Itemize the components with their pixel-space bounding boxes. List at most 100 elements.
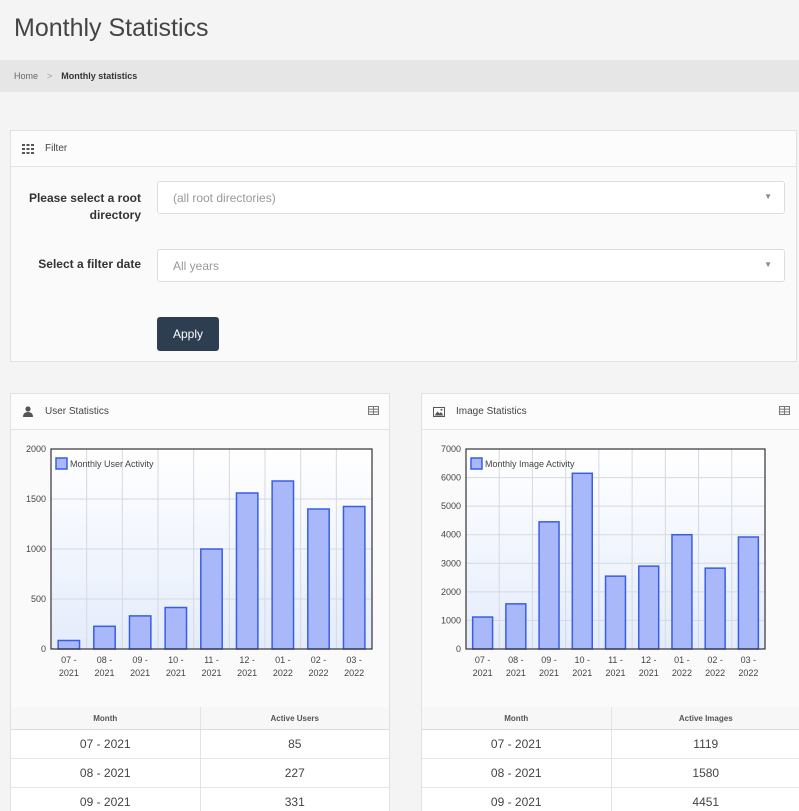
caret-down-icon: ▼	[764, 260, 772, 269]
image-activity-chart: 0 1000 2000 3000 4000 5000 6000 7000 07 - 2021 08 …	[441, 444, 766, 678]
legend-swatch	[55, 457, 68, 470]
x-tick-label: 09 -	[132, 655, 148, 665]
breadcrumb-separator: >	[47, 71, 53, 81]
x-tick-label: 2021	[473, 668, 493, 678]
table-row: 09 - 2021 331	[11, 788, 389, 811]
filter-date-label: Select a filter date	[38, 257, 141, 271]
user-statistics-panel: User Statistics 0 500 1000 1500 2000 07 - 2021…	[10, 393, 390, 811]
bar	[604, 575, 627, 650]
y-tick-label: 7000	[441, 444, 461, 454]
image-statistics-title: Image Statistics	[456, 406, 527, 417]
x-tick-label: 08 -	[97, 655, 113, 665]
table-menu-icon[interactable]	[368, 406, 379, 418]
x-tick-label: 03 -	[346, 655, 362, 665]
y-tick-label: 500	[31, 594, 46, 604]
x-tick-label: 2021	[166, 668, 186, 678]
bar	[737, 536, 760, 650]
x-tick-label: 2021	[130, 668, 150, 678]
x-tick-label: 11 -	[204, 655, 219, 665]
x-tick-label: 2022	[344, 668, 364, 678]
y-tick-label: 1000	[26, 544, 46, 554]
caret-down-icon: ▼	[764, 192, 772, 201]
breadcrumb: Home > Monthly statistics	[0, 60, 799, 92]
y-tick-label: 0	[456, 644, 461, 654]
month-cell: 07 - 2021	[422, 730, 612, 758]
legend-label: Monthly Image Activity	[485, 459, 575, 469]
root-directory-select[interactable]: (all root directories) ▼	[157, 181, 785, 214]
table-header: Month Active Images	[422, 707, 799, 730]
value-cell: 331	[284, 795, 305, 809]
breadcrumb-home[interactable]: Home	[14, 71, 38, 81]
x-tick-label: 02 -	[707, 655, 723, 665]
table-row: 08 - 2021 1580	[422, 759, 799, 788]
page-title: Monthly Statistics	[14, 14, 209, 42]
x-tick-label: 2021	[506, 668, 526, 678]
bar	[307, 508, 330, 650]
x-tick-label: 11 -	[608, 655, 623, 665]
bar	[471, 616, 494, 650]
x-tick-label: 10 -	[168, 655, 184, 665]
x-tick-label: 03 -	[741, 655, 757, 665]
filter-panel: Filter Please select a root directory (a…	[10, 130, 797, 362]
month-cell: 08 - 2021	[11, 759, 201, 787]
user-activity-chart: 0 500 1000 1500 2000 07 - 2021 08 - 2021 09 - 2021…	[26, 444, 373, 678]
column-header-month: Month	[422, 707, 612, 729]
bar	[538, 521, 560, 650]
legend-label: Monthly User Activity	[70, 459, 154, 469]
value-cell: 85	[288, 737, 302, 751]
value-cell: 4451	[692, 795, 720, 809]
value-cell: 1580	[692, 766, 720, 780]
image-statistics-panel: Image Statistics 0 1000 2000 3000 4000 5000 60…	[421, 393, 799, 811]
image-statistics-table: Month Active Images 07 - 2021 1119 08 - …	[422, 707, 799, 811]
x-tick-label: 2021	[94, 668, 114, 678]
table-row: 07 - 2021 85	[11, 730, 389, 759]
x-tick-label: 2022	[672, 668, 692, 678]
month-cell: 09 - 2021	[11, 788, 201, 811]
bar	[704, 567, 726, 650]
table-row: 09 - 2021 4451	[422, 788, 799, 811]
value-cell: 1119	[693, 737, 719, 751]
x-tick-label: 2021	[201, 668, 221, 678]
x-tick-label: 07 -	[475, 655, 491, 665]
bar	[342, 505, 366, 650]
bar	[671, 533, 693, 650]
x-tick-label: 2021	[237, 668, 257, 678]
bar	[638, 565, 660, 650]
table-header: Month Active Users	[11, 707, 389, 730]
x-tick-label: 08 -	[508, 655, 524, 665]
apply-button[interactable]: Apply	[157, 317, 219, 351]
table-menu-icon[interactable]	[779, 406, 790, 418]
bar	[128, 615, 152, 650]
table-row: 07 - 2021 1119	[422, 730, 799, 759]
bar	[164, 606, 188, 650]
bar	[57, 639, 81, 650]
x-tick-label: 07 -	[61, 655, 77, 665]
x-tick-label: 12 -	[641, 655, 657, 665]
grid-icon	[11, 143, 45, 154]
bar	[200, 548, 223, 650]
y-tick-label: 3000	[441, 558, 461, 568]
y-tick-label: 2000	[26, 444, 46, 454]
y-tick-label: 5000	[441, 501, 461, 511]
column-header-month: Month	[11, 707, 201, 729]
x-tick-label: 2022	[308, 668, 328, 678]
image-statistics-header: Image Statistics	[422, 394, 799, 430]
root-directory-value: (all root directories)	[173, 190, 276, 205]
bar	[571, 472, 593, 650]
y-tick-label: 0	[41, 644, 46, 654]
month-cell: 08 - 2021	[422, 759, 612, 787]
x-tick-label: 2021	[639, 668, 659, 678]
x-tick-label: 2021	[572, 668, 592, 678]
user-statistics-title: User Statistics	[45, 406, 109, 417]
y-tick-label: 2000	[441, 587, 461, 597]
value-cell: 227	[284, 766, 305, 780]
x-tick-label: 01 -	[275, 655, 291, 665]
x-tick-label: 2022	[273, 668, 293, 678]
filter-date-select[interactable]: All years ▼	[157, 249, 785, 282]
x-tick-label: 09 -	[541, 655, 557, 665]
legend-swatch	[470, 457, 483, 470]
user-statistics-header: User Statistics	[11, 394, 389, 430]
user-icon	[11, 406, 45, 417]
bar	[271, 480, 295, 650]
x-tick-label: 01 -	[674, 655, 690, 665]
